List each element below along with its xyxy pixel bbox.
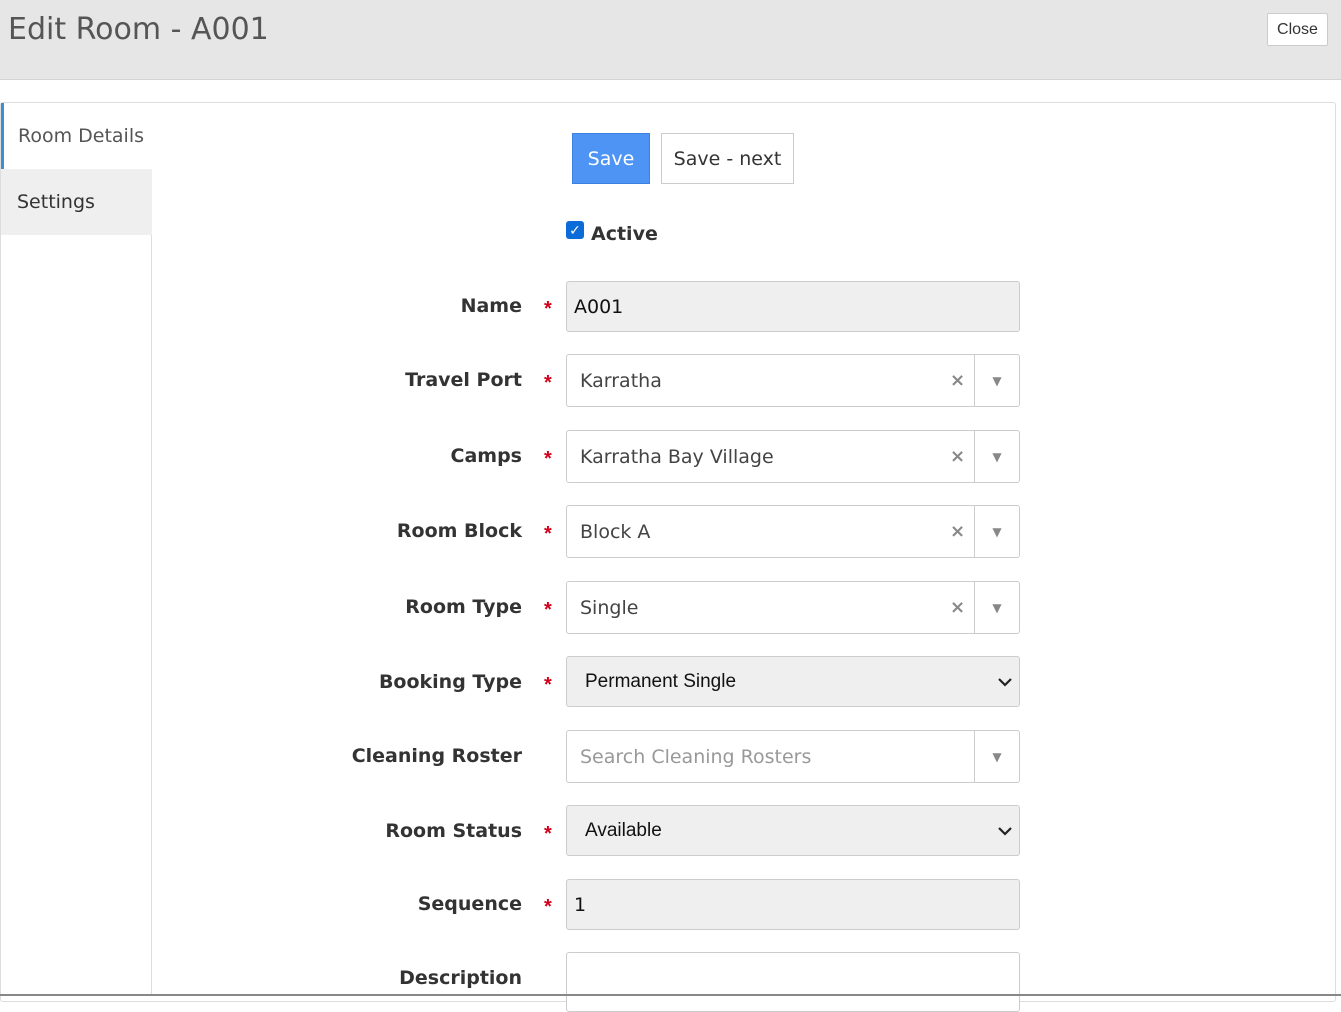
save-next-button[interactable]: Save - next bbox=[661, 133, 794, 184]
active-checkbox[interactable]: ✓ bbox=[566, 221, 584, 239]
description-label: Description bbox=[399, 967, 522, 989]
travel-port-value: Karratha bbox=[580, 369, 662, 392]
close-button[interactable]: Close bbox=[1267, 13, 1328, 46]
room-block-select[interactable]: Block A × ▼ bbox=[566, 505, 1020, 558]
triangle-down-icon[interactable]: ▼ bbox=[974, 506, 1019, 557]
required-marker: * bbox=[544, 448, 552, 470]
required-marker: * bbox=[544, 298, 552, 320]
required-marker: * bbox=[544, 372, 552, 394]
triangle-down-icon[interactable]: ▼ bbox=[974, 582, 1019, 633]
room-type-select[interactable]: Single × ▼ bbox=[566, 581, 1020, 634]
sequence-input[interactable]: 1 bbox=[566, 879, 1020, 930]
booking-type-value: Permanent Single bbox=[585, 670, 737, 692]
cleaning-roster-select[interactable]: Search Cleaning Rosters ▼ bbox=[566, 730, 1020, 783]
chevron-down-icon bbox=[997, 657, 1013, 706]
booking-type-label: Booking Type bbox=[378, 671, 522, 693]
active-label: Active bbox=[591, 223, 658, 245]
name-label: Name bbox=[460, 295, 522, 317]
tab-room-details[interactable]: Room Details bbox=[1, 103, 154, 169]
room-type-value: Single bbox=[580, 596, 639, 619]
checkmark-icon: ✓ bbox=[569, 222, 581, 238]
travel-port-label: Travel Port bbox=[405, 369, 522, 391]
camps-select[interactable]: Karratha Bay Village × ▼ bbox=[566, 430, 1020, 483]
room-block-label: Room Block bbox=[396, 520, 522, 542]
room-type-label: Room Type bbox=[405, 596, 522, 618]
sequence-label: Sequence bbox=[417, 893, 522, 915]
modal-header: Edit Room - A001 Close bbox=[0, 0, 1341, 80]
room-status-label: Room Status bbox=[385, 820, 522, 842]
room-status-value: Available bbox=[585, 819, 662, 841]
active-toggle[interactable]: ✓ Active bbox=[566, 219, 658, 245]
tab-settings[interactable]: Settings bbox=[1, 169, 152, 235]
save-button[interactable]: Save bbox=[572, 133, 650, 184]
required-marker: * bbox=[544, 896, 552, 918]
description-textarea[interactable] bbox=[566, 952, 1020, 1012]
close-icon[interactable]: × bbox=[950, 431, 965, 482]
room-status-select[interactable]: Available bbox=[566, 805, 1020, 856]
chevron-down-icon bbox=[997, 806, 1013, 855]
required-marker: * bbox=[544, 523, 552, 545]
close-icon[interactable]: × bbox=[950, 506, 965, 557]
sidebar: Room Details Settings bbox=[0, 102, 154, 996]
page-title: Edit Room - A001 bbox=[8, 12, 269, 47]
triangle-down-icon[interactable]: ▼ bbox=[974, 731, 1019, 782]
booking-type-select[interactable]: Permanent Single bbox=[566, 656, 1020, 707]
required-marker: * bbox=[544, 823, 552, 845]
triangle-down-icon[interactable]: ▼ bbox=[974, 355, 1019, 406]
travel-port-select[interactable]: Karratha × ▼ bbox=[566, 354, 1020, 407]
required-marker: * bbox=[544, 674, 552, 696]
close-icon[interactable]: × bbox=[950, 355, 965, 406]
room-block-value: Block A bbox=[580, 520, 651, 543]
close-icon[interactable]: × bbox=[950, 582, 965, 633]
camps-value: Karratha Bay Village bbox=[580, 445, 774, 468]
cleaning-roster-placeholder: Search Cleaning Rosters bbox=[580, 745, 812, 768]
triangle-down-icon[interactable]: ▼ bbox=[974, 431, 1019, 482]
camps-label: Camps bbox=[450, 445, 522, 467]
name-input[interactable]: A001 bbox=[566, 281, 1020, 332]
cleaning-roster-label: Cleaning Roster bbox=[351, 745, 522, 767]
required-marker: * bbox=[544, 599, 552, 621]
